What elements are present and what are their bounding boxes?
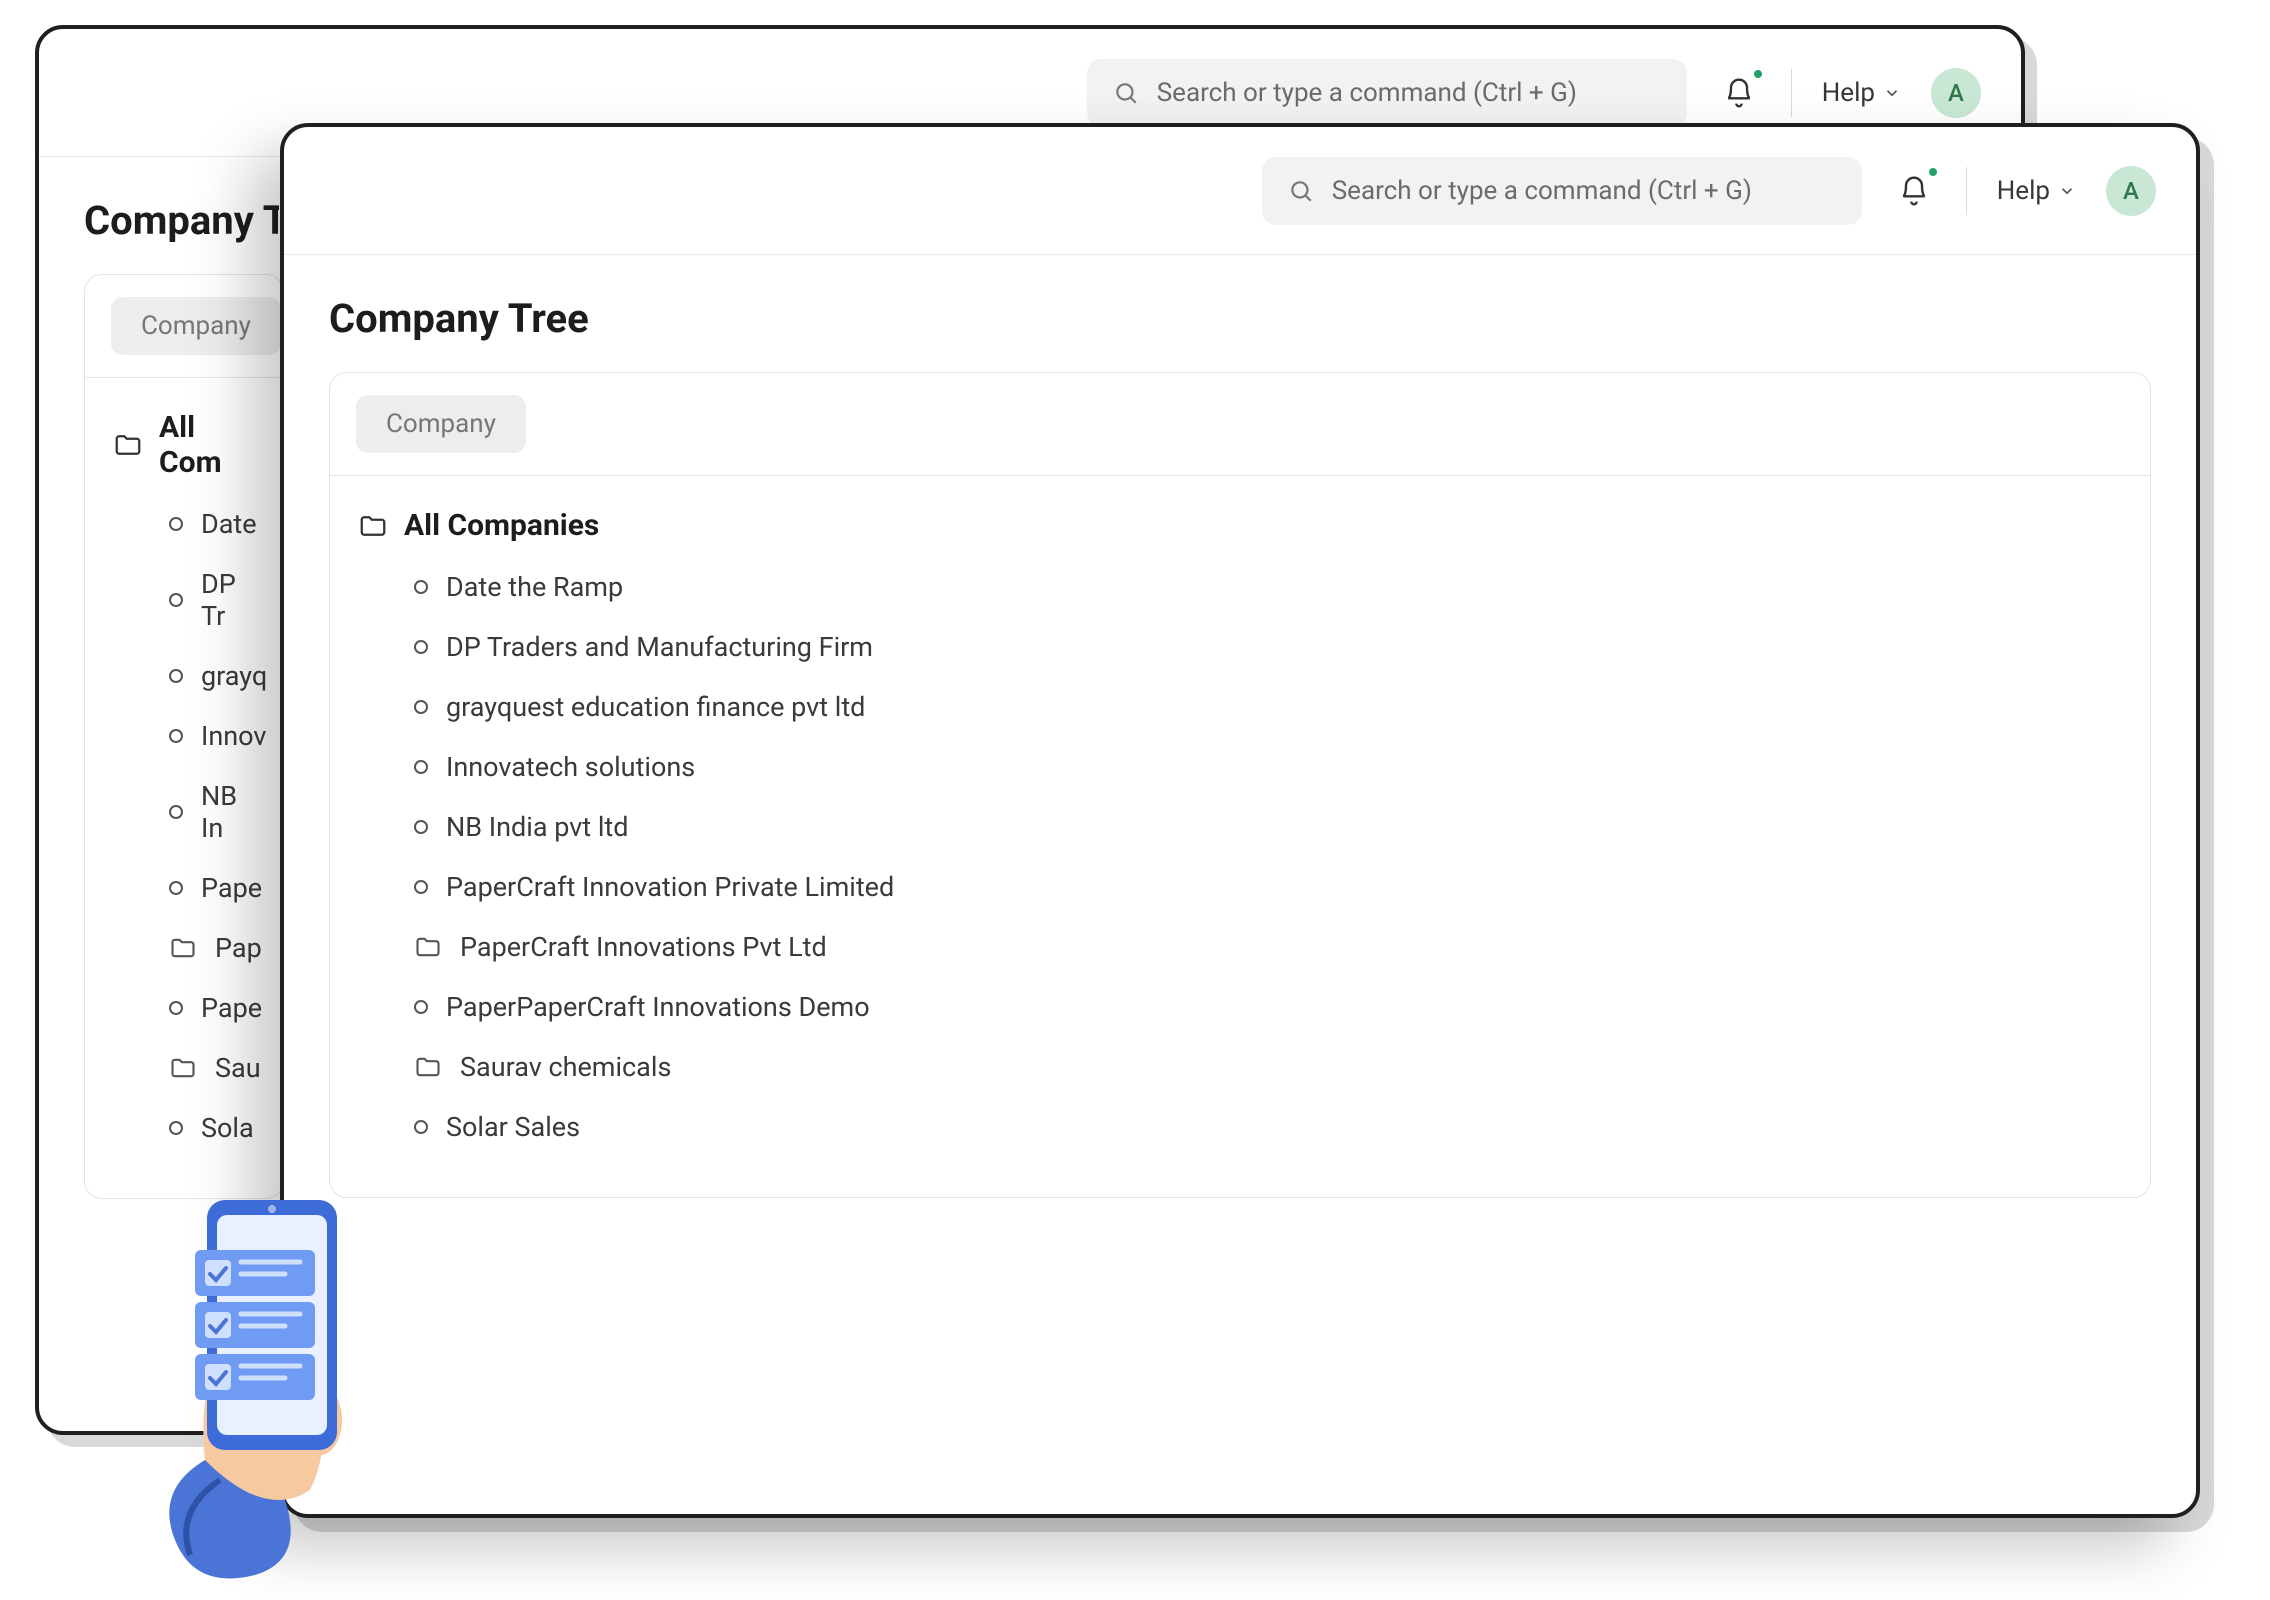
tree-item-label: Pape (201, 992, 262, 1024)
tree-leaf-item[interactable]: Solar Sales (414, 1097, 2122, 1157)
tree-leaf-item[interactable]: PaperPaperCraft Innovations Demo (414, 977, 2122, 1037)
tree-item-label: Saurav chemicals (460, 1051, 671, 1083)
tree-item-label: NB In (201, 780, 255, 844)
search-input[interactable]: Search or type a command (Ctrl + G) (1262, 157, 1862, 225)
bullet-icon (414, 700, 428, 714)
tree-item-label: grayq (201, 660, 267, 692)
tree-leaf-item[interactable]: Date (169, 494, 255, 554)
search-icon (1288, 178, 1314, 204)
folder-icon (414, 1053, 442, 1081)
tree-item-label: Date the Ramp (446, 571, 623, 603)
tree-item-label: Innov (201, 720, 266, 752)
tree-leaf-item[interactable]: Innovatech solutions (414, 737, 2122, 797)
tree-item-label: PaperCraft Innovation Private Limited (446, 871, 894, 903)
help-label: Help (1822, 78, 1875, 108)
tree-root-label: All Companies (404, 508, 599, 543)
avatar[interactable]: A (2106, 166, 2156, 216)
bullet-icon (414, 820, 428, 834)
panel-header: Company (330, 373, 2150, 476)
tree-panel: Company All Com DateDP TrgrayqInnovNB In… (84, 274, 284, 1199)
tree-root[interactable]: All Companies (358, 500, 2122, 557)
bullet-icon (169, 593, 183, 607)
bullet-icon (414, 760, 428, 774)
tree-folder-item[interactable]: Sau (169, 1038, 255, 1098)
help-menu[interactable]: Help (1822, 78, 1901, 108)
tree-leaf-item[interactable]: Innov (169, 706, 255, 766)
notifications-button[interactable] (1892, 169, 1936, 213)
tree-item-label: Pape (201, 872, 262, 904)
tree-leaf-item[interactable]: NB India pvt ltd (414, 797, 2122, 857)
foreground-window: Search or type a command (Ctrl + G) Help… (280, 123, 2200, 1518)
tree-leaf-item[interactable]: Pape (169, 978, 255, 1038)
tree-root[interactable]: All Com (113, 402, 255, 494)
company-tree: All Companies Date the Ramp DP Traders an… (330, 476, 2150, 1197)
folder-icon (414, 933, 442, 961)
tree-panel: Company All Companies Date the Ramp DP Tr… (329, 372, 2151, 1198)
tree-item-label: Solar Sales (446, 1111, 580, 1143)
folder-open-icon (358, 511, 388, 541)
page-title: Company Tree (39, 157, 279, 274)
search-icon (1113, 80, 1139, 106)
tree-folder-item[interactable]: Saurav chemicals (414, 1037, 2122, 1097)
folder-icon (169, 934, 197, 962)
tree-item-label: grayquest education finance pvt ltd (446, 691, 865, 723)
tree-item-label: Sola (201, 1112, 254, 1144)
tree-folder-item[interactable]: PaperCraft Innovations Pvt Ltd (414, 917, 2122, 977)
filter-company-pill[interactable]: Company (111, 297, 281, 355)
bullet-icon (169, 1121, 183, 1135)
company-tree: All Com DateDP TrgrayqInnovNB InPapePapP… (85, 378, 283, 1198)
divider (1791, 69, 1792, 117)
avatar[interactable]: A (1931, 68, 1981, 118)
page-title: Company Tree (284, 255, 2196, 372)
bullet-icon (414, 580, 428, 594)
divider (1966, 167, 1967, 215)
bell-icon (1723, 77, 1755, 109)
tree-item-label: PaperPaperCraft Innovations Demo (446, 991, 870, 1023)
bullet-icon (414, 640, 428, 654)
tree-leaf-item[interactable]: Sola (169, 1098, 255, 1158)
bullet-icon (169, 881, 183, 895)
bell-icon (1898, 175, 1930, 207)
tree-leaf-item[interactable]: Pape (169, 858, 255, 918)
tree-leaf-item[interactable]: grayq (169, 646, 255, 706)
help-label: Help (1997, 176, 2050, 206)
bullet-icon (414, 880, 428, 894)
panel-header: Company (85, 275, 283, 378)
tree-leaf-item[interactable]: grayquest education finance pvt ltd (414, 677, 2122, 737)
tree-item-label: Innovatech solutions (446, 751, 695, 783)
bullet-icon (169, 729, 183, 743)
tree-item-label: Sau (215, 1052, 261, 1084)
tree-leaf-item[interactable]: PaperCraft Innovation Private Limited (414, 857, 2122, 917)
tree-folder-item[interactable]: Pap (169, 918, 255, 978)
bullet-icon (169, 805, 183, 819)
tree-leaf-item[interactable]: DP Tr (169, 554, 255, 646)
bullet-icon (414, 1000, 428, 1014)
search-placeholder: Search or type a command (Ctrl + G) (1157, 78, 1577, 108)
tree-root-label: All Com (159, 410, 255, 480)
bullet-icon (414, 1120, 428, 1134)
filter-company-pill[interactable]: Company (356, 395, 526, 453)
folder-icon (169, 1054, 197, 1082)
tree-leaf-item[interactable]: NB In (169, 766, 255, 858)
help-menu[interactable]: Help (1997, 176, 2076, 206)
folder-open-icon (113, 430, 143, 460)
bullet-icon (169, 669, 183, 683)
bullet-icon (169, 517, 183, 531)
search-input[interactable]: Search or type a command (Ctrl + G) (1087, 59, 1687, 127)
tree-leaf-item[interactable]: Date the Ramp (414, 557, 2122, 617)
chevron-down-icon (1883, 84, 1901, 102)
notifications-button[interactable] (1717, 71, 1761, 115)
tree-item-label: PaperCraft Innovations Pvt Ltd (460, 931, 827, 963)
bullet-icon (169, 1001, 183, 1015)
tree-item-label: NB India pvt ltd (446, 811, 628, 843)
tree-item-label: Date (201, 508, 257, 540)
tree-item-label: Pap (215, 932, 262, 964)
tree-item-label: DP Traders and Manufacturing Firm (446, 631, 873, 663)
top-bar: Search or type a command (Ctrl + G) Help… (284, 127, 2196, 255)
tree-leaf-item[interactable]: DP Traders and Manufacturing Firm (414, 617, 2122, 677)
tree-item-label: DP Tr (201, 568, 255, 632)
chevron-down-icon (2058, 182, 2076, 200)
search-placeholder: Search or type a command (Ctrl + G) (1332, 176, 1752, 206)
